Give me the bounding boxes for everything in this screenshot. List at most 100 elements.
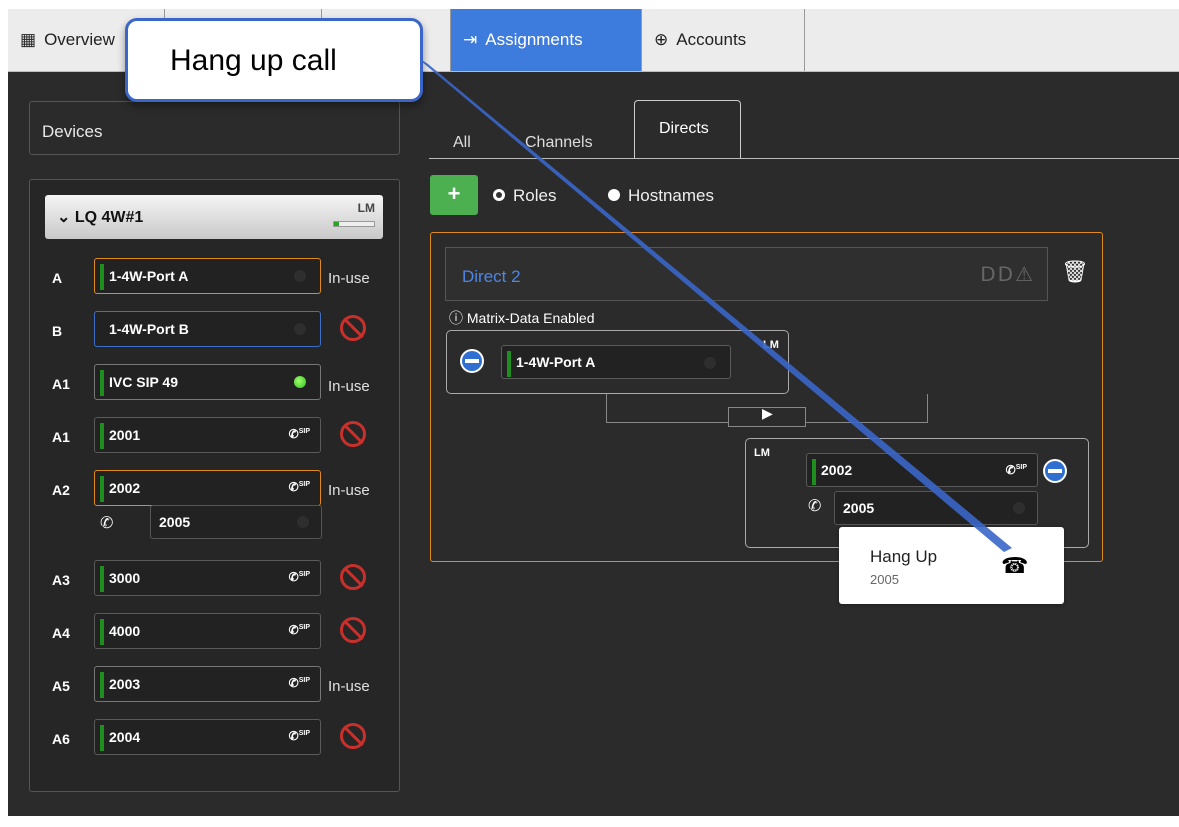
port-chip[interactable]: IVC SIP 49 (94, 364, 321, 400)
role-label: A1 (52, 429, 70, 445)
hang-up-target: 2005 (870, 572, 899, 587)
active-bar (100, 264, 104, 290)
unavailable-icon (340, 617, 366, 643)
hostnames-label: Hostnames (628, 186, 714, 205)
port-name: 2002 (821, 462, 853, 478)
add-button[interactable]: + (430, 175, 478, 215)
device-row: A2 2002 ✆SIP In-use (30, 470, 401, 510)
callout-annotation: Hang up call (125, 18, 423, 102)
device-row: A 1-4W-Port A In-use (30, 258, 401, 298)
devices-panel-header[interactable]: Devices (29, 101, 400, 155)
tab-accounts[interactable]: ⊕ Accounts (642, 9, 805, 71)
port-chip[interactable]: 2001 ✆SIP (94, 417, 321, 453)
outgoing-call-icon: ✆ (808, 498, 822, 515)
status-led-icon (704, 357, 716, 369)
device-row: A3 3000 ✆SIP (30, 560, 401, 600)
source-port-chip[interactable]: 1-4W-Port A (501, 345, 731, 379)
tab-assignments[interactable]: ⇥ Assignments (451, 9, 642, 71)
route-arrow: ▶ (728, 405, 806, 427)
level-meter (333, 221, 375, 227)
tab-label: Accounts (676, 30, 747, 49)
port-chip[interactable]: 3000 ✆SIP (94, 560, 321, 596)
status-text: In-use (328, 482, 370, 499)
grid-icon: ▦ (20, 30, 37, 49)
device-row: A5 2003 ✆SIP In-use (30, 666, 401, 706)
status-led-icon (1013, 502, 1025, 514)
app-window: ▦ Overview ⇥ Assignments ⊕ Accounts Devi… (8, 9, 1179, 816)
port-name: 2003 (109, 676, 141, 692)
sub-call-chip[interactable]: 2005 (834, 491, 1038, 525)
hang-up-icon[interactable]: ☎ (1001, 553, 1028, 579)
active-bar (100, 725, 104, 751)
direct-panel: Direct 2 ⅮⅮ⚠ 🗑 ⓘ Matrix-Data Enabled LM … (430, 232, 1103, 562)
hostnames-radio[interactable] (608, 189, 620, 201)
active-bar (100, 619, 104, 645)
port-chip[interactable]: 1-4W-Port A (94, 258, 321, 294)
role-label: A6 (52, 731, 70, 747)
port-chip[interactable]: 2002 ✆SIP (94, 470, 321, 506)
direct-mode-icons: ⅮⅮ⚠ (980, 264, 1035, 286)
hang-up-menu[interactable]: Hang Up 2005 ☎ (839, 527, 1064, 604)
port-name: 1-4W-Port B (109, 321, 189, 337)
role-label: A1 (52, 376, 70, 392)
roles-label: Roles (513, 186, 557, 205)
device-group-header[interactable]: ⌄ LQ 4W#1 LM (45, 195, 383, 239)
sip-phone-icon: ✆SIP (288, 427, 310, 441)
status-led-icon (294, 323, 306, 335)
active-bar (812, 459, 816, 485)
unavailable-icon (340, 723, 366, 749)
sip-phone-icon: ✆SIP (288, 623, 310, 637)
lm-label: LM (763, 339, 779, 351)
sub-tab-bar: All Channels Directs (429, 100, 1179, 159)
role-label: A5 (52, 678, 70, 694)
active-bar (100, 566, 104, 592)
sub-call-name: 2005 (159, 514, 191, 530)
port-name: 4000 (109, 623, 141, 639)
tab-channels[interactable]: Channels (525, 134, 593, 152)
sub-call-name: 2005 (843, 500, 875, 516)
device-row: A1 2001 ✆SIP (30, 417, 401, 457)
devices-label: Devices (42, 122, 103, 141)
sip-phone-icon: ✆SIP (288, 570, 310, 584)
sip-phone-icon: ✆SIP (288, 480, 310, 494)
unavailable-icon (340, 421, 366, 447)
active-bar (100, 672, 104, 698)
lm-label: LM (754, 447, 770, 459)
play-icon: ▶ (762, 405, 773, 421)
trash-icon[interactable]: 🗑 (1061, 259, 1089, 285)
matrix-data-text: Matrix-Data Enabled (466, 310, 595, 326)
status-text: In-use (328, 270, 370, 287)
role-label: A3 (52, 572, 70, 588)
unavailable-icon (340, 564, 366, 590)
roles-radio[interactable] (493, 189, 505, 201)
tab-directs[interactable]: Directs (634, 100, 741, 158)
port-name: IVC SIP 49 (109, 374, 179, 390)
port-name: 3000 (109, 570, 141, 586)
remove-icon[interactable] (460, 349, 484, 373)
tab-all[interactable]: All (453, 134, 471, 152)
sip-phone-icon: ✆SIP (288, 676, 310, 690)
port-chip[interactable]: 4000 ✆SIP (94, 613, 321, 649)
target-port-chip[interactable]: 2002 ✆SIP (806, 453, 1038, 487)
info-icon: ⓘ (449, 310, 467, 326)
lm-label: LM (357, 201, 375, 215)
chevron-down-icon: ⌄ (57, 209, 75, 226)
device-row: A6 2004 ✆SIP (30, 719, 401, 759)
source-node: LM 1-4W-Port A (446, 330, 789, 394)
device-row: B 1-4W-Port B (30, 311, 401, 351)
device-list: ⌄ LQ 4W#1 LM A 1-4W-Port A In-use B 1-4W… (29, 179, 400, 792)
outgoing-call-icon: ✆ (100, 515, 114, 532)
sub-call-chip[interactable]: 2005 (150, 505, 322, 539)
remove-icon[interactable] (1043, 459, 1067, 483)
role-label: A2 (52, 482, 70, 498)
port-chip[interactable]: 2003 ✆SIP (94, 666, 321, 702)
direct-header[interactable]: Direct 2 ⅮⅮ⚠ (445, 247, 1048, 301)
callout-text: Hang up call (170, 44, 337, 77)
port-chip[interactable]: 2004 ✆SIP (94, 719, 321, 755)
hang-up-label: Hang Up (870, 547, 938, 566)
active-bar (507, 351, 511, 377)
port-chip[interactable]: 1-4W-Port B (94, 311, 321, 347)
active-bar (100, 423, 104, 449)
port-name: 1-4W-Port A (516, 354, 596, 370)
matrix-data-label: ⓘ Matrix-Data Enabled (449, 308, 595, 328)
